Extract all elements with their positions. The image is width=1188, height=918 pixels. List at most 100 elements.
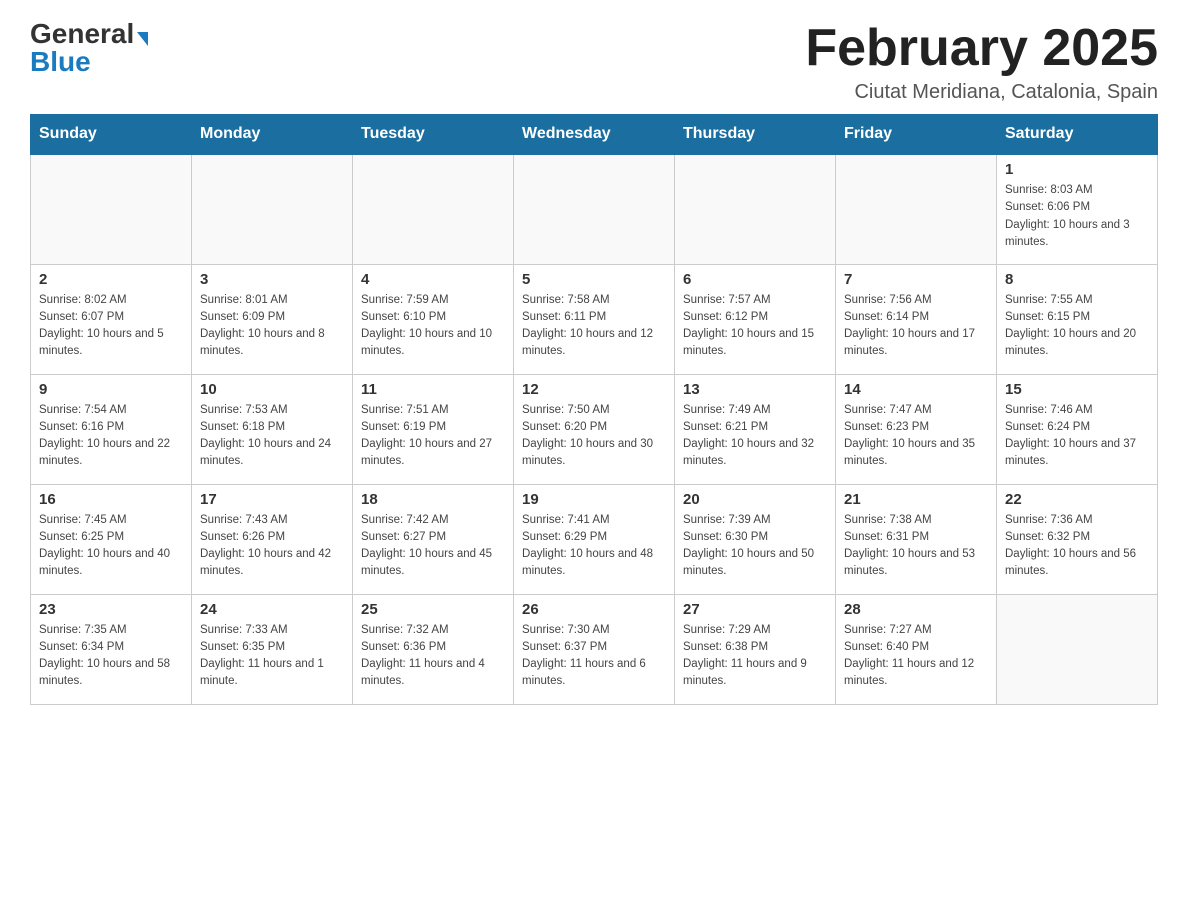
calendar-cell: 1 Sunrise: 8:03 AMSunset: 6:06 PMDaylight… — [997, 154, 1158, 264]
day-info: Sunrise: 7:42 AMSunset: 6:27 PMDaylight:… — [361, 512, 505, 581]
calendar-cell: 20 Sunrise: 7:39 AMSunset: 6:30 PMDayligh… — [675, 484, 836, 594]
day-info: Sunrise: 7:46 AMSunset: 6:24 PMDaylight:… — [1005, 402, 1149, 471]
day-info: Sunrise: 7:55 AMSunset: 6:15 PMDaylight:… — [1005, 292, 1149, 361]
calendar-cell: 2 Sunrise: 8:02 AMSunset: 6:07 PMDaylight… — [31, 264, 192, 374]
day-info: Sunrise: 7:32 AMSunset: 6:36 PMDaylight:… — [361, 622, 505, 691]
calendar-cell — [192, 154, 353, 264]
day-number: 2 — [39, 271, 183, 288]
calendar-cell: 28 Sunrise: 7:27 AMSunset: 6:40 PMDayligh… — [836, 594, 997, 704]
logo-text: General — [30, 20, 148, 48]
calendar-cell: 9 Sunrise: 7:54 AMSunset: 6:16 PMDaylight… — [31, 374, 192, 484]
day-info: Sunrise: 7:49 AMSunset: 6:21 PMDaylight:… — [683, 402, 827, 471]
location-title: Ciutat Meridiana, Catalonia, Spain — [805, 81, 1158, 104]
day-info: Sunrise: 7:59 AMSunset: 6:10 PMDaylight:… — [361, 292, 505, 361]
weekday-header-row: Sunday Monday Tuesday Wednesday Thursday… — [31, 115, 1158, 155]
day-info: Sunrise: 7:50 AMSunset: 6:20 PMDaylight:… — [522, 402, 666, 471]
day-number: 21 — [844, 491, 988, 508]
page-header: General Blue February 2025 Ciutat Meridi… — [30, 20, 1158, 104]
header-monday: Monday — [192, 115, 353, 155]
day-info: Sunrise: 7:45 AMSunset: 6:25 PMDaylight:… — [39, 512, 183, 581]
header-saturday: Saturday — [997, 115, 1158, 155]
calendar-week-row: 23 Sunrise: 7:35 AMSunset: 6:34 PMDayligh… — [31, 594, 1158, 704]
day-number: 11 — [361, 381, 505, 398]
day-number: 16 — [39, 491, 183, 508]
day-number: 22 — [1005, 491, 1149, 508]
calendar-table: Sunday Monday Tuesday Wednesday Thursday… — [30, 114, 1158, 705]
day-info: Sunrise: 7:35 AMSunset: 6:34 PMDaylight:… — [39, 622, 183, 691]
day-number: 3 — [200, 271, 344, 288]
title-block: February 2025 Ciutat Meridiana, Cataloni… — [805, 20, 1158, 104]
day-number: 12 — [522, 381, 666, 398]
day-number: 6 — [683, 271, 827, 288]
calendar-cell: 3Sunrise: 8:01 AMSunset: 6:09 PMDaylight… — [192, 264, 353, 374]
calendar-week-row: 1 Sunrise: 8:03 AMSunset: 6:06 PMDaylight… — [31, 154, 1158, 264]
day-info: Sunrise: 7:38 AMSunset: 6:31 PMDaylight:… — [844, 512, 988, 581]
calendar-cell: 17Sunrise: 7:43 AMSunset: 6:26 PMDayligh… — [192, 484, 353, 594]
calendar-cell: 27 Sunrise: 7:29 AMSunset: 6:38 PMDayligh… — [675, 594, 836, 704]
day-number: 7 — [844, 271, 988, 288]
day-info: Sunrise: 7:51 AMSunset: 6:19 PMDaylight:… — [361, 402, 505, 471]
calendar-cell — [997, 594, 1158, 704]
logo: General Blue — [30, 20, 148, 76]
calendar-cell — [675, 154, 836, 264]
day-number: 28 — [844, 601, 988, 618]
header-thursday: Thursday — [675, 115, 836, 155]
calendar-cell: 8 Sunrise: 7:55 AMSunset: 6:15 PMDaylight… — [997, 264, 1158, 374]
day-info: Sunrise: 8:02 AMSunset: 6:07 PMDaylight:… — [39, 292, 183, 361]
calendar-cell — [31, 154, 192, 264]
calendar-cell: 23 Sunrise: 7:35 AMSunset: 6:34 PMDayligh… — [31, 594, 192, 704]
day-number: 13 — [683, 381, 827, 398]
day-info: Sunrise: 7:33 AMSunset: 6:35 PMDaylight:… — [200, 622, 344, 691]
calendar-cell: 24 Sunrise: 7:33 AMSunset: 6:35 PMDayligh… — [192, 594, 353, 704]
day-info: Sunrise: 7:54 AMSunset: 6:16 PMDaylight:… — [39, 402, 183, 471]
day-number: 23 — [39, 601, 183, 618]
day-info: Sunrise: 7:27 AMSunset: 6:40 PMDaylight:… — [844, 622, 988, 691]
day-number: 18 — [361, 491, 505, 508]
calendar-cell: 19Sunrise: 7:41 AMSunset: 6:29 PMDayligh… — [514, 484, 675, 594]
calendar-cell — [353, 154, 514, 264]
calendar-cell: 18 Sunrise: 7:42 AMSunset: 6:27 PMDayligh… — [353, 484, 514, 594]
day-info: Sunrise: 7:43 AMSunset: 6:26 PMDaylight:… — [200, 512, 344, 581]
calendar-cell: 22 Sunrise: 7:36 AMSunset: 6:32 PMDayligh… — [997, 484, 1158, 594]
logo-general: General — [30, 18, 134, 49]
day-number: 1 — [1005, 161, 1149, 178]
day-number: 10 — [200, 381, 344, 398]
day-number: 5 — [522, 271, 666, 288]
header-friday: Friday — [836, 115, 997, 155]
day-info: Sunrise: 8:03 AMSunset: 6:06 PMDaylight:… — [1005, 182, 1149, 251]
calendar-cell: 13 Sunrise: 7:49 AMSunset: 6:21 PMDayligh… — [675, 374, 836, 484]
day-number: 20 — [683, 491, 827, 508]
calendar-cell: 12 Sunrise: 7:50 AMSunset: 6:20 PMDayligh… — [514, 374, 675, 484]
calendar-cell: 14Sunrise: 7:47 AMSunset: 6:23 PMDayligh… — [836, 374, 997, 484]
day-number: 8 — [1005, 271, 1149, 288]
day-number: 24 — [200, 601, 344, 618]
calendar-cell: 16 Sunrise: 7:45 AMSunset: 6:25 PMDayligh… — [31, 484, 192, 594]
calendar-cell: 4 Sunrise: 7:59 AMSunset: 6:10 PMDaylight… — [353, 264, 514, 374]
logo-blue: Blue — [30, 48, 91, 76]
day-info: Sunrise: 7:39 AMSunset: 6:30 PMDaylight:… — [683, 512, 827, 581]
day-number: 4 — [361, 271, 505, 288]
calendar-cell: 7Sunrise: 7:56 AMSunset: 6:14 PMDaylight… — [836, 264, 997, 374]
header-tuesday: Tuesday — [353, 115, 514, 155]
day-info: Sunrise: 7:36 AMSunset: 6:32 PMDaylight:… — [1005, 512, 1149, 581]
calendar-week-row: 9 Sunrise: 7:54 AMSunset: 6:16 PMDaylight… — [31, 374, 1158, 484]
calendar-cell: 11 Sunrise: 7:51 AMSunset: 6:19 PMDayligh… — [353, 374, 514, 484]
month-title: February 2025 — [805, 20, 1158, 77]
day-info: Sunrise: 7:58 AMSunset: 6:11 PMDaylight:… — [522, 292, 666, 361]
day-info: Sunrise: 7:29 AMSunset: 6:38 PMDaylight:… — [683, 622, 827, 691]
calendar-cell: 5 Sunrise: 7:58 AMSunset: 6:11 PMDaylight… — [514, 264, 675, 374]
day-info: Sunrise: 7:53 AMSunset: 6:18 PMDaylight:… — [200, 402, 344, 471]
calendar-header: Sunday Monday Tuesday Wednesday Thursday… — [31, 115, 1158, 155]
calendar-cell — [836, 154, 997, 264]
calendar-week-row: 16 Sunrise: 7:45 AMSunset: 6:25 PMDayligh… — [31, 484, 1158, 594]
day-number: 25 — [361, 601, 505, 618]
day-info: Sunrise: 7:47 AMSunset: 6:23 PMDaylight:… — [844, 402, 988, 471]
day-number: 26 — [522, 601, 666, 618]
calendar-body: 1 Sunrise: 8:03 AMSunset: 6:06 PMDaylight… — [31, 154, 1158, 704]
calendar-cell: 6Sunrise: 7:57 AMSunset: 6:12 PMDaylight… — [675, 264, 836, 374]
calendar-week-row: 2 Sunrise: 8:02 AMSunset: 6:07 PMDaylight… — [31, 264, 1158, 374]
day-number: 27 — [683, 601, 827, 618]
day-number: 9 — [39, 381, 183, 398]
day-info: Sunrise: 7:30 AMSunset: 6:37 PMDaylight:… — [522, 622, 666, 691]
header-wednesday: Wednesday — [514, 115, 675, 155]
